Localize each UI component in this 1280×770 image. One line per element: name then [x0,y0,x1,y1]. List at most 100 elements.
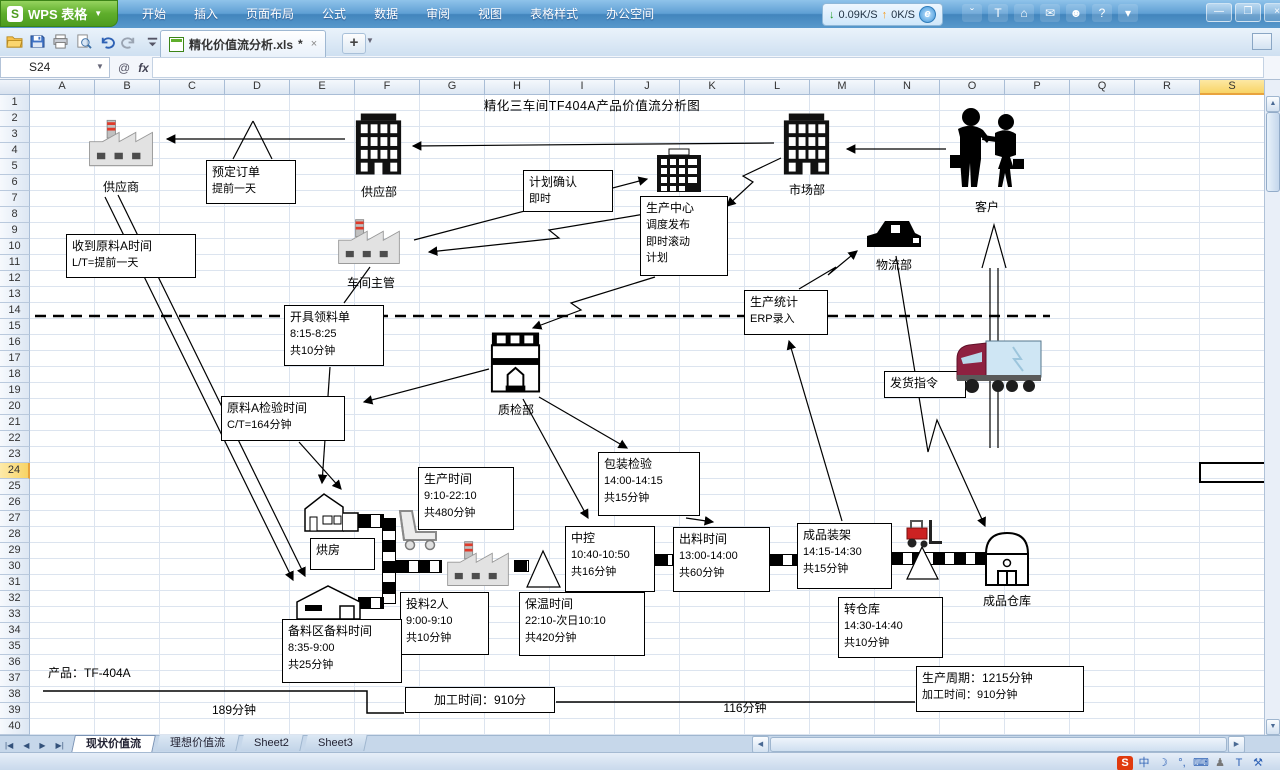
more-icon[interactable]: ▾ [1118,4,1138,22]
column-header-C[interactable]: C [160,79,225,95]
print-icon[interactable] [50,32,70,51]
row-header-3[interactable]: 3 [0,127,30,143]
close-tab-icon[interactable]: × [311,38,317,50]
production-stat-box[interactable]: 生产统计ERP录入 [744,290,828,335]
row-header-27[interactable]: 27 [0,511,30,527]
feeding-box[interactable]: 投料2人9:00-9:10共10分钟 [400,592,489,655]
supply-dept-icon[interactable] [349,111,408,177]
customer-icon[interactable] [944,107,1030,191]
skin-icon[interactable]: T [1231,756,1247,770]
skin-icon[interactable]: T [988,4,1008,22]
home-icon[interactable]: ⌂ [1014,4,1034,22]
scroll-up-icon[interactable]: ▲ [1266,96,1280,112]
row-header-23[interactable]: 23 [0,447,30,463]
row-header-7[interactable]: 7 [0,191,30,207]
row-header-31[interactable]: 31 [0,575,30,591]
row-header-4[interactable]: 4 [0,143,30,159]
toolbar-more-icon[interactable] [142,32,162,51]
row-header-14[interactable]: 14 [0,303,30,319]
column-header-P[interactable]: P [1005,79,1070,95]
menu-item-6[interactable]: 视图 [464,0,516,28]
scroll-down-icon[interactable]: ▼ [1266,719,1280,735]
sheet-nav-1[interactable]: ◀ [18,741,34,750]
document-tab[interactable]: 精化价值流分析.xls * × [160,30,326,57]
column-header-K[interactable]: K [680,79,745,95]
sheet-tab-3[interactable]: Sheet3 [304,735,367,751]
cart-icon[interactable] [391,509,441,551]
material-inspect-box[interactable]: 原料A检验时间C/T=164分钟 [221,396,345,441]
row-header-20[interactable]: 20 [0,399,30,415]
save-icon[interactable] [27,32,47,51]
row-header-12[interactable]: 12 [0,271,30,287]
row-header-30[interactable]: 30 [0,559,30,575]
halfmoon-icon[interactable]: ☽ [1155,756,1171,770]
workshop-manager-icon[interactable] [331,217,407,267]
restore-button[interactable]: ❒ [1235,3,1261,22]
plan-confirm-box[interactable]: 计划确认即时 [523,170,613,212]
at-icon[interactable]: @ [118,61,130,75]
column-header-A[interactable]: A [30,79,95,95]
production-factory-icon[interactable] [440,539,516,589]
open-folder-icon[interactable] [4,32,24,51]
row-header-39[interactable]: 39 [0,703,30,719]
help-icon[interactable]: ? [1092,4,1112,22]
name-box-dropdown-icon[interactable]: ▼ [96,62,104,71]
receive-material-box[interactable]: 收到原料A时间L/T=提前一天 [66,234,196,278]
row-header-21[interactable]: 21 [0,415,30,431]
column-header-Q[interactable]: Q [1070,79,1135,95]
menu-item-5[interactable]: 审阅 [412,0,464,28]
horizontal-scrollbar[interactable] [770,737,1227,752]
column-header-S[interactable]: S [1200,79,1265,95]
production-center-icon[interactable] [653,148,705,193]
row-header-9[interactable]: 9 [0,223,30,239]
row-header-32[interactable]: 32 [0,591,30,607]
menu-item-2[interactable]: 页面布局 [232,0,308,28]
column-header-E[interactable]: E [290,79,355,95]
cell-cursor[interactable] [1199,462,1267,483]
row-header-37[interactable]: 37 [0,671,30,687]
row-header-33[interactable]: 33 [0,607,30,623]
row-header-18[interactable]: 18 [0,367,30,383]
row-header-2[interactable]: 2 [0,111,30,127]
vertical-scroll-thumb[interactable] [1266,112,1280,192]
discharge-box[interactable]: 出料时间13:00-14:00共60分钟 [673,527,770,592]
sheet-nav-0[interactable]: |◀ [0,741,18,750]
new-tab-button[interactable]: + [342,33,366,54]
finished-warehouse-icon[interactable] [982,529,1032,587]
sheet-nav-3[interactable]: ▶| [51,741,69,750]
menu-item-8[interactable]: 办公空间 [592,0,668,28]
column-header-M[interactable]: M [810,79,875,95]
row-header-22[interactable]: 22 [0,431,30,447]
row-header-35[interactable]: 35 [0,639,30,655]
row-header-19[interactable]: 19 [0,383,30,399]
racking-box[interactable]: 成品装架14:15-14:30共15分钟 [797,523,892,589]
wps-ime-icon[interactable]: S [1117,756,1133,770]
wps-app-button[interactable]: S WPS 表格 ▼ [0,0,118,27]
pack-inspect-box[interactable]: 包装检验14:00-14:15共15分钟 [598,452,700,516]
cycle-box[interactable]: 生产周期：1215分钟加工时间：910分钟 [916,666,1084,712]
column-header-H[interactable]: H [485,79,550,95]
new-tab-dropdown-icon[interactable]: ▼ [366,36,374,45]
contact-icon[interactable]: ☻ [1066,4,1086,22]
column-header-G[interactable]: G [420,79,485,95]
row-header-25[interactable]: 25 [0,479,30,495]
column-header-L[interactable]: L [745,79,810,95]
truck-icon[interactable] [953,335,1045,401]
redo-icon[interactable] [119,32,139,51]
sheet-tab-0[interactable]: 现状价值流 [71,735,156,753]
soft-keyboard-icon[interactable]: ⌨ [1193,756,1209,770]
center-plan-box[interactable]: 生产中心调度发布即时滚动计划 [640,196,728,276]
print-preview-icon[interactable] [73,32,93,51]
row-header-36[interactable]: 36 [0,655,30,671]
drying-house-icon[interactable] [303,491,360,533]
network-speed-indicator[interactable]: ↓ 0.09K/S ↑ 0K/S e [822,3,943,26]
column-header-R[interactable]: R [1135,79,1200,95]
row-header-13[interactable]: 13 [0,287,30,303]
row-header-34[interactable]: 34 [0,623,30,639]
column-header-F[interactable]: F [355,79,420,95]
forklift-icon[interactable] [901,517,943,551]
supplier-icon[interactable] [84,117,158,170]
minimize-button[interactable]: — [1206,3,1232,22]
mail-icon[interactable]: ✉ [1040,4,1060,22]
staging-box[interactable]: 备料区备料时间8:35-9:00共25分钟 [282,619,402,683]
